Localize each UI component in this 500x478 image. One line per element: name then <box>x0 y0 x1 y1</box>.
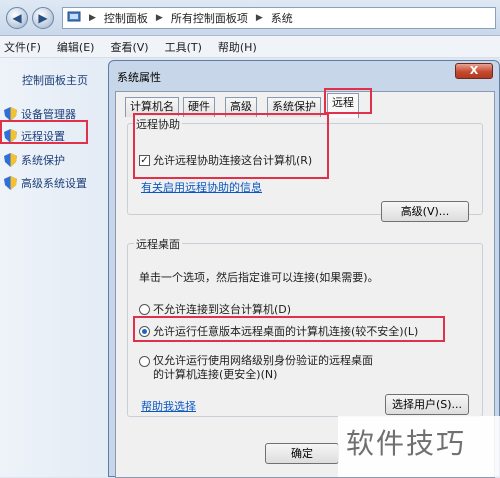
crumb-all-items[interactable]: 所有控制面板项 <box>171 10 248 26</box>
shield-icon <box>4 153 17 167</box>
watermark-text: 软件技巧 <box>346 427 467 460</box>
menu-bar: 文件(F) 编辑(E) 查看(V) 工具(T) 帮助(H) <box>0 36 500 58</box>
sidebar-item-advanced-settings[interactable]: 高级系统设置 <box>4 175 87 191</box>
radio-label: 仅允许运行使用网络级别身份验证的远程桌面的计算机连接(更安全)(N) <box>153 354 373 381</box>
crumb-control-panel[interactable]: 控制面板 <box>104 10 148 26</box>
menu-view[interactable]: 查看(V) <box>110 39 148 55</box>
highlight-box-allow-option <box>133 316 445 342</box>
arrow-right-icon: ▶ <box>38 11 48 25</box>
sidebar-item-label: 系统保护 <box>21 154 65 167</box>
radio-nla-only[interactable]: 仅允许运行使用网络级别身份验证的远程桌面的计算机连接(更安全)(N) <box>139 354 377 382</box>
advanced-button[interactable]: 高级(V)... <box>381 201 469 222</box>
menu-edit[interactable]: 编辑(E) <box>57 39 95 55</box>
shield-icon <box>4 107 17 121</box>
crumb-system[interactable]: 系统 <box>271 10 293 26</box>
remote-assistance-info-link[interactable]: 有关启用远程协助的信息 <box>141 179 262 195</box>
chevron-right-icon: ▶ <box>255 13 263 23</box>
sidebar-item-label: 高级系统设置 <box>21 177 87 190</box>
radio-no-connections[interactable]: 不允许连接到这台计算机(D) <box>139 301 291 317</box>
help-me-choose-link[interactable]: 帮助我选择 <box>141 398 196 414</box>
dialog-title: 系统属性 <box>117 71 161 84</box>
select-users-button[interactable]: 选择用户(S)... <box>385 394 469 415</box>
highlight-box-remote-assistance <box>133 113 329 179</box>
highlight-box-remote-settings <box>0 120 88 144</box>
back-button[interactable]: ◀ <box>6 7 28 29</box>
radio-icon <box>139 356 150 367</box>
arrow-left-icon: ◀ <box>12 11 22 25</box>
close-button[interactable]: X <box>455 63 493 79</box>
control-panel-icon <box>67 10 81 27</box>
sidebar-item-system-protection[interactable]: 系统保护 <box>4 152 65 168</box>
control-panel-home-link[interactable]: 控制面板主页 <box>22 72 88 88</box>
close-icon: X <box>469 64 479 77</box>
shield-icon <box>4 176 17 190</box>
forward-button[interactable]: ▶ <box>32 7 54 29</box>
radio-label: 不允许连接到这台计算机(D) <box>153 303 292 316</box>
watermark: 软件技巧 <box>338 416 500 477</box>
ok-button[interactable]: 确定 <box>265 443 339 464</box>
group-title: 远程桌面 <box>134 236 182 252</box>
remote-desktop-instruction: 单击一个选项，然后指定谁可以连接(如果需要)。 <box>139 271 379 284</box>
menu-file[interactable]: 文件(F) <box>4 39 41 55</box>
radio-icon <box>139 303 150 315</box>
chevron-right-icon: ▶ <box>155 13 163 23</box>
highlight-box-remote-tab <box>324 88 372 114</box>
address-bar: ◀ ▶ ▶ 控制面板 ▶ 所有控制面板项 ▶ 系统 <box>0 0 500 36</box>
menu-tools[interactable]: 工具(T) <box>165 39 202 55</box>
chevron-right-icon: ▶ <box>89 13 96 23</box>
breadcrumb[interactable]: ▶ 控制面板 ▶ 所有控制面板项 ▶ 系统 <box>62 7 496 29</box>
menu-help[interactable]: 帮助(H) <box>218 39 257 55</box>
